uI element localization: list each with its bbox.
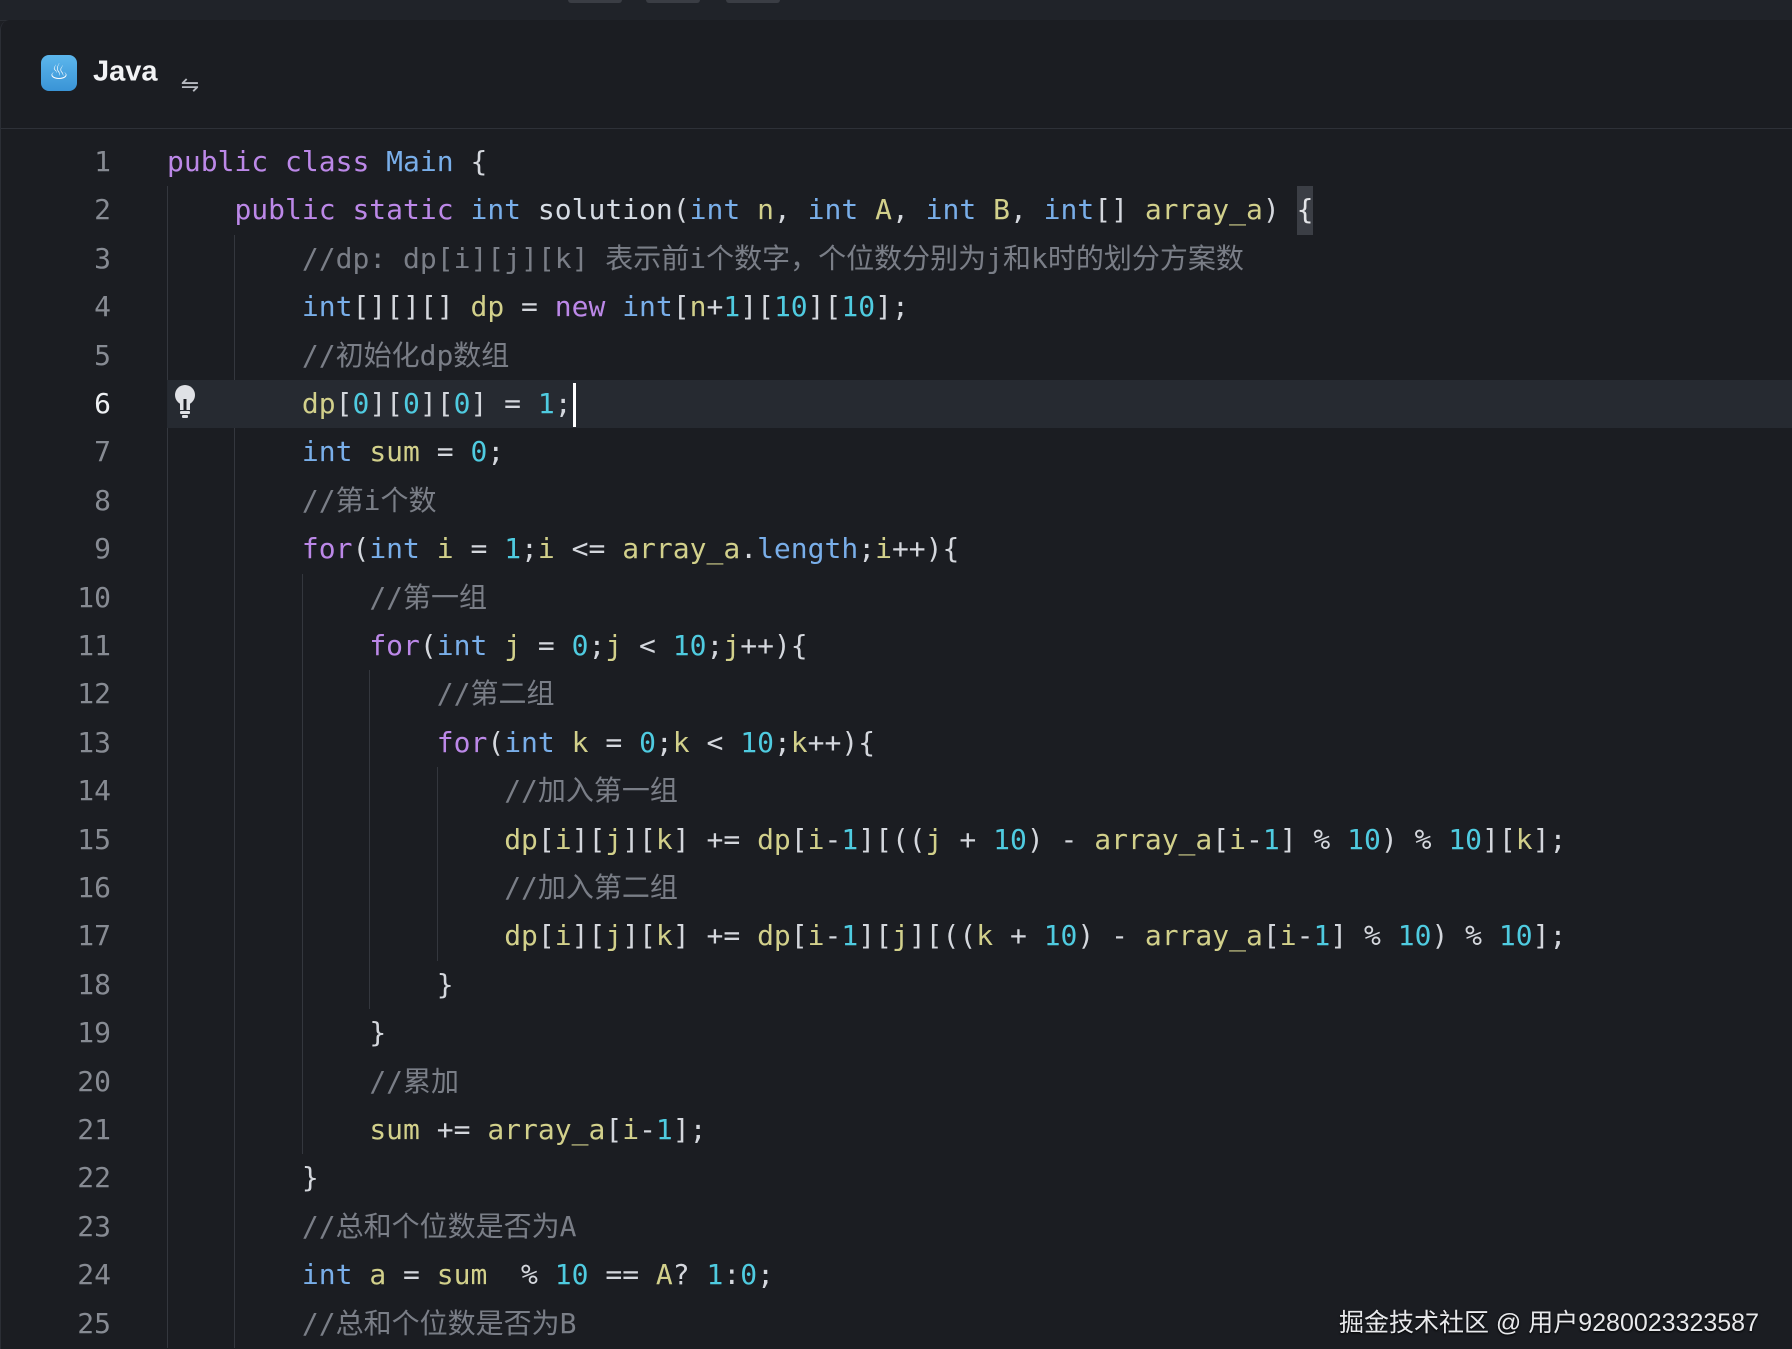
code-text[interactable]: //第二组 [437, 670, 555, 718]
code-editor[interactable]: ♨ Java ⇋ 1 public class Main { 2 public sta… [0, 20, 1792, 1349]
text-cursor [572, 383, 576, 427]
line-number: 18 [77, 967, 111, 1001]
code-text[interactable]: //总和个位数是否为A [302, 1203, 577, 1251]
line-number: 20 [77, 1064, 111, 1098]
code-text[interactable]: //累加 [369, 1058, 459, 1106]
code-line[interactable]: 1 public class Main { [1, 138, 1792, 186]
window-top-strip [0, 0, 1792, 21]
code-line[interactable]: 11 for(int j = 0;j < 10;j++){ [1, 622, 1792, 670]
code-text[interactable]: } [437, 961, 454, 1009]
language-label: Java [93, 55, 158, 88]
code-text[interactable]: for(int i = 1;i <= array_a.length;i++){ [302, 525, 960, 573]
code-text[interactable]: //总和个位数是否为B [302, 1300, 577, 1348]
code-text[interactable]: dp[0][0][0] = 1; [302, 380, 576, 428]
code-text[interactable]: } [302, 1154, 319, 1202]
toolbar-knob [726, 0, 780, 3]
swap-arrows-icon[interactable]: ⇋ [177, 75, 203, 97]
code-line[interactable]: 19} [1, 1009, 1792, 1057]
code-text[interactable]: //初始化dp数组 [302, 332, 509, 380]
line-number: 4 [94, 290, 111, 324]
code-text[interactable]: for(int j = 0;j < 10;j++){ [369, 622, 807, 670]
line-number: 21 [77, 1113, 111, 1146]
line-number: 22 [77, 1161, 111, 1195]
line-number: 19 [77, 1016, 111, 1050]
code-area[interactable]: 1 public class Main { 2 public static int s… [1, 128, 1792, 1349]
toolbar-knob [646, 0, 700, 3]
watermark: 掘金技术社区 @ 用户9280023323587 [1338, 1309, 1759, 1337]
line-number: 12 [77, 677, 111, 711]
line-number: 5 [94, 338, 111, 372]
code-text[interactable]: dp[i][j][k] += dp[i-1][j][((k + 10) - ar… [504, 912, 1566, 960]
code-line[interactable]: 17 dp[i][j][k] += dp[i-1][j][((k + 10) - … [1, 912, 1792, 960]
code-line[interactable]: 22} [1, 1154, 1792, 1202]
code-line[interactable]: 9 for(int i = 1;i <= array_a.length;i++){ [1, 525, 1792, 573]
line-number: 9 [94, 532, 111, 566]
lightbulb-icon[interactable] [173, 384, 197, 420]
code-line[interactable]: 5 //初始化dp数组 [1, 332, 1792, 380]
code-line[interactable]: 18} [1, 961, 1792, 1009]
java-icon: ♨ [41, 55, 77, 91]
code-line[interactable]: 12 //第二组 [1, 670, 1792, 718]
editor-header: ♨ Java ⇋ [1, 20, 1792, 129]
code-line[interactable]: 7 int sum = 0; [1, 428, 1792, 476]
code-line[interactable]: 13 for(int k = 0;k < 10;k++){ [1, 719, 1792, 767]
line-number: 13 [77, 725, 111, 759]
code-line[interactable]: 21 sum += array_a[i-1]; [1, 1106, 1792, 1154]
code-line[interactable]: 8 //第i个数 [1, 477, 1792, 525]
code-text[interactable]: //加入第一组 [504, 767, 678, 815]
code-text[interactable]: dp[i][j][k] += dp[i-1][((j + 10) - array… [504, 816, 1566, 864]
line-number: 11 [77, 629, 111, 662]
code-line[interactable]: 15 dp[i][j][k] += dp[i-1][((j + 10) - arr… [1, 816, 1792, 864]
line-number: 24 [77, 1258, 111, 1292]
code-text[interactable]: int a = sum % 10 == A? 1:0; [302, 1251, 774, 1299]
code-line[interactable]: 24 int a = sum % 10 == A? 1:0; [1, 1251, 1792, 1299]
code-text[interactable]: } [369, 1009, 386, 1057]
line-number: 6 [94, 387, 111, 420]
line-number: 3 [94, 241, 111, 275]
code-text[interactable]: int[][][] dp = new int[n+1][10][10]; [302, 283, 909, 331]
code-text[interactable]: //dp: dp[i][j][k] 表示前i个数字，个位数分别为j和k时的划分方… [302, 235, 1244, 283]
line-number: 8 [94, 483, 111, 517]
code-line[interactable]: 3 //dp: dp[i][j][k] 表示前i个数字，个位数分别为j和k时的划分… [1, 235, 1792, 283]
line-number: 1 [94, 145, 111, 178]
code-line[interactable]: 6 dp[0][0][0] = 1; [1, 380, 1792, 429]
code-text[interactable]: public class Main { [167, 138, 487, 186]
toolbar-knob [568, 0, 622, 3]
line-number: 7 [94, 435, 111, 469]
line-number: 2 [94, 193, 111, 227]
code-line[interactable]: 14 //加入第一组 [1, 767, 1792, 815]
code-line[interactable]: 10 //第一组 [1, 574, 1792, 622]
line-number: 17 [77, 919, 111, 953]
code-text[interactable]: for(int k = 0;k < 10;k++){ [437, 719, 875, 767]
code-line[interactable]: 2 public static int solution(int n, int A… [1, 186, 1792, 235]
code-text[interactable]: public static int solution(int n, int A,… [234, 186, 1314, 235]
code-text[interactable]: //第i个数 [302, 477, 437, 525]
code-line[interactable]: 20 //累加 [1, 1058, 1792, 1106]
code-text[interactable]: sum += array_a[i-1]; [369, 1106, 706, 1154]
code-text[interactable]: int sum = 0; [302, 428, 504, 476]
code-text[interactable]: //第一组 [369, 574, 487, 622]
line-number: 10 [77, 580, 111, 614]
line-number: 16 [77, 871, 111, 904]
line-number: 25 [77, 1306, 111, 1340]
code-line[interactable]: 23 //总和个位数是否为A [1, 1203, 1792, 1251]
line-number: 23 [77, 1209, 111, 1243]
code-text[interactable]: //加入第二组 [504, 864, 678, 912]
line-number: 14 [77, 774, 111, 808]
line-number: 15 [77, 822, 111, 856]
code-line[interactable]: 4 int[][][] dp = new int[n+1][10][10]; [1, 283, 1792, 331]
bracket-match: { [1296, 186, 1314, 235]
code-line[interactable]: 16 //加入第二组 [1, 864, 1792, 912]
